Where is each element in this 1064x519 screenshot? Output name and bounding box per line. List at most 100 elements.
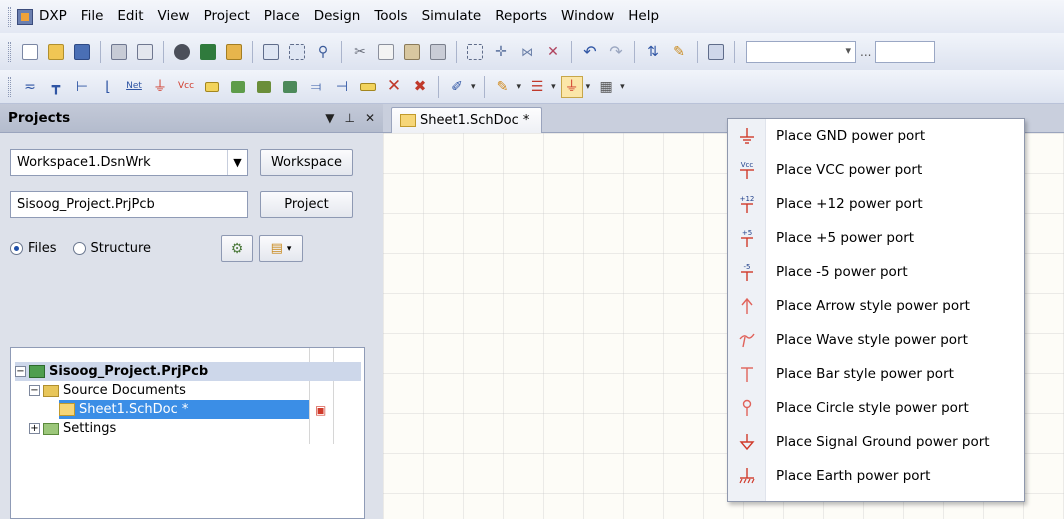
tree-row-source-documents[interactable]: − Source Documents xyxy=(29,381,186,400)
place-wire-icon[interactable]: ≂ xyxy=(19,76,41,98)
tree-row-project[interactable]: − Sisoog_Project.PrjPcb xyxy=(15,362,361,381)
menu-tools[interactable]: Tools xyxy=(367,0,414,33)
menu-item-place-bar-port[interactable]: Place Bar style power port xyxy=(728,357,1024,391)
tree-row-sheet1[interactable]: Sheet1.SchDoc * xyxy=(59,400,309,419)
power-port-dropdown-button[interactable]: ⏚ xyxy=(560,75,583,98)
gnd-toolbar-icon[interactable]: ⏚ xyxy=(149,76,171,98)
device-sheet-icon[interactable] xyxy=(279,76,301,98)
harness-entry-icon[interactable]: ⊣ xyxy=(331,76,353,98)
place-part-icon[interactable] xyxy=(201,76,223,98)
dxp-logo-icon[interactable] xyxy=(17,8,33,25)
menu-item-place-plus12[interactable]: +12 Place +12 power port xyxy=(728,187,1024,221)
compile-project-button[interactable]: ⚙ xyxy=(221,235,254,262)
collapse-icon[interactable]: − xyxy=(15,366,26,377)
workspace-combo[interactable]: Workspace1.DsnWrk ▼ xyxy=(10,149,248,176)
new-document-icon[interactable] xyxy=(19,41,41,63)
menu-window[interactable]: Window xyxy=(554,0,621,33)
menu-item-place-gnd[interactable]: Place GND power port xyxy=(728,119,1024,153)
vcc-toolbar-icon[interactable]: Vcc xyxy=(175,76,197,98)
menu-file[interactable]: File xyxy=(74,0,111,33)
menu-place[interactable]: Place xyxy=(257,0,307,33)
align-tools-dropdown-icon[interactable]: ▾ xyxy=(551,82,556,92)
print-icon[interactable] xyxy=(108,41,130,63)
open-folder-icon[interactable] xyxy=(45,41,67,63)
expand-icon[interactable]: + xyxy=(29,423,40,434)
collapse-icon[interactable]: − xyxy=(29,385,40,396)
project-field[interactable]: Sisoog_Project.PrjPcb xyxy=(10,191,248,218)
compile-mask-icon[interactable]: ✖ xyxy=(409,76,431,98)
no-erc-icon[interactable]: ✕ xyxy=(383,76,405,98)
tree-row-settings[interactable]: + Settings xyxy=(29,419,116,438)
port-icon[interactable] xyxy=(357,76,379,98)
menu-item-place-arrow-port[interactable]: Place Arrow style power port xyxy=(728,289,1024,323)
more-dots[interactable]: ... xyxy=(860,45,871,59)
align-tools-icon[interactable]: ☰ xyxy=(526,76,548,98)
select-area-icon[interactable] xyxy=(464,41,486,63)
menu-item-label: Place +5 power port xyxy=(776,230,915,246)
signal-harness-icon[interactable]: ⊢ xyxy=(71,76,93,98)
panel-menu-icon[interactable]: ▼ xyxy=(325,111,334,125)
grid-icon[interactable]: ▦ xyxy=(595,76,617,98)
browse-icon[interactable] xyxy=(705,41,727,63)
menu-dxp[interactable]: DXP xyxy=(39,0,74,33)
schematic-icon[interactable] xyxy=(223,41,245,63)
menu-item-place-circle-port[interactable]: Place Circle style power port xyxy=(728,391,1024,425)
menu-item-place-wave-port[interactable]: Place Wave style power port xyxy=(728,323,1024,357)
close-icon[interactable]: ✕ xyxy=(365,111,375,125)
tree-source-documents-label: Source Documents xyxy=(63,383,186,398)
power-port-dropdown-icon[interactable]: ▾ xyxy=(586,82,591,92)
menu-help[interactable]: Help xyxy=(621,0,666,33)
utility-tools-dropdown-icon[interactable]: ▾ xyxy=(517,82,522,92)
menu-item-place-plus5[interactable]: +5 Place +5 power port xyxy=(728,221,1024,255)
filter-combo[interactable] xyxy=(746,40,856,63)
zoom-icon[interactable]: ⚲ xyxy=(312,41,334,63)
project-options-button[interactable]: ▤ ▾ xyxy=(259,235,304,262)
sheet-entry-icon[interactable] xyxy=(253,76,275,98)
files-radio[interactable] xyxy=(10,242,23,255)
pin-icon[interactable]: ⊥ xyxy=(344,111,354,125)
utility-tools-icon[interactable]: ✎ xyxy=(492,76,514,98)
menu-view[interactable]: View xyxy=(151,0,197,33)
zoom-area-icon[interactable] xyxy=(286,41,308,63)
chevron-down-icon[interactable]: ▼ xyxy=(227,150,247,175)
move-icon[interactable]: ✛ xyxy=(490,41,512,63)
filter-field[interactable] xyxy=(875,40,936,63)
deselect-icon[interactable]: ⋈ xyxy=(516,41,538,63)
grid-dropdown-icon[interactable]: ▾ xyxy=(620,82,625,92)
rubber-stamp-icon[interactable] xyxy=(427,41,449,63)
pcb-icon[interactable] xyxy=(197,41,219,63)
menu-item-place-earth[interactable]: Place Earth power port xyxy=(728,459,1024,493)
menu-item-place-vcc[interactable]: Vcc Place VCC power port xyxy=(728,153,1024,187)
redo-icon[interactable]: ↷ xyxy=(605,41,627,63)
place-bus-icon[interactable]: ┳ xyxy=(45,76,67,98)
workspace-button[interactable]: Workspace xyxy=(260,149,353,176)
tab-sheet1-schdoc[interactable]: Sheet1.SchDoc * xyxy=(391,107,543,133)
project-button[interactable]: Project xyxy=(260,191,353,218)
save-icon[interactable] xyxy=(71,41,93,63)
menu-reports[interactable]: Reports xyxy=(488,0,554,33)
hierarchy-icon[interactable]: ⇅ xyxy=(642,41,664,63)
undo-icon[interactable]: ↶ xyxy=(579,41,601,63)
drawing-tools-dropdown-icon[interactable]: ▾ xyxy=(471,82,476,92)
menu-item-place-minus5[interactable]: -5 Place -5 power port xyxy=(728,255,1024,289)
menu-item-place-signal-ground[interactable]: Place Signal Ground power port xyxy=(728,425,1024,459)
chip-icon[interactable] xyxy=(171,41,193,63)
zoom-fit-icon[interactable] xyxy=(260,41,282,63)
menu-edit[interactable]: Edit xyxy=(110,0,150,33)
bus-entry-icon[interactable]: ⌊ xyxy=(97,76,119,98)
print-preview-icon[interactable] xyxy=(134,41,156,63)
cut-icon[interactable]: ✂ xyxy=(349,41,371,63)
paste-icon[interactable] xyxy=(401,41,423,63)
menu-simulate[interactable]: Simulate xyxy=(415,0,489,33)
clear-filter-icon[interactable]: ✕ xyxy=(542,41,564,63)
harness-connector-icon[interactable]: ⫤ xyxy=(305,76,327,98)
project-tree[interactable]: − Sisoog_Project.PrjPcb − Source Documen… xyxy=(10,347,365,519)
drawing-tools-icon[interactable]: ✐ xyxy=(446,76,468,98)
structure-radio[interactable] xyxy=(72,242,86,255)
menu-project[interactable]: Project xyxy=(197,0,257,33)
probe-icon[interactable]: ✎ xyxy=(668,41,690,63)
net-label-icon[interactable]: Net xyxy=(123,76,145,98)
copy-icon[interactable] xyxy=(375,41,397,63)
sheet-symbol-icon[interactable] xyxy=(227,76,249,98)
menu-design[interactable]: Design xyxy=(307,0,368,33)
